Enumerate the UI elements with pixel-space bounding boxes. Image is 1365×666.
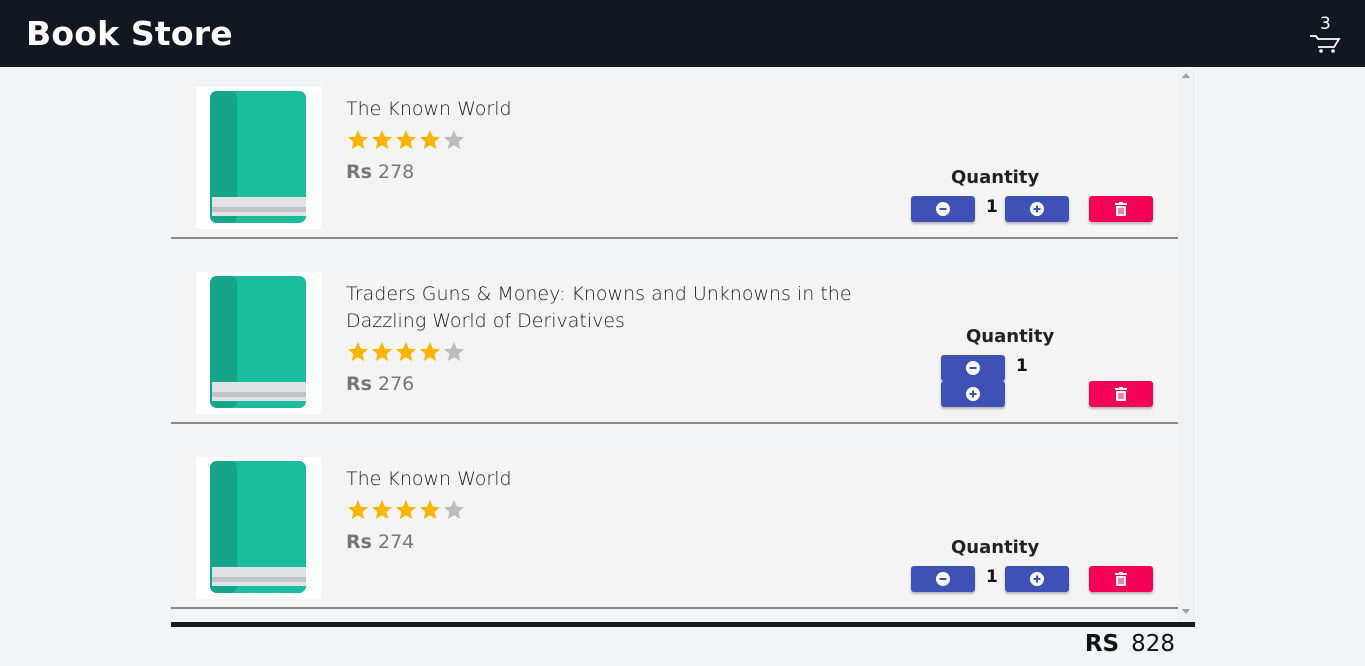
- star-filled-icon: [396, 130, 416, 149]
- price-value: 274: [378, 531, 415, 553]
- star-filled-icon: [348, 500, 368, 519]
- quantity-label: Quantity: [951, 167, 1040, 188]
- cart-button[interactable]: 3: [1308, 14, 1344, 54]
- minus-circle-icon: [936, 572, 950, 586]
- cart-count-badge: 3: [1320, 14, 1331, 34]
- plus-circle-icon: [1030, 572, 1044, 586]
- cart-total: RS 828: [1085, 631, 1175, 657]
- total-divider: [171, 622, 1195, 627]
- minus-circle-icon: [966, 361, 980, 375]
- trash-icon: [1115, 572, 1127, 586]
- increase-quantity-button[interactable]: [941, 381, 1005, 407]
- cart-item: The Known World Rs 278 Quantity 1: [171, 85, 1178, 239]
- star-empty-icon: [444, 342, 464, 361]
- star-filled-icon: [372, 500, 392, 519]
- star-filled-icon: [420, 342, 440, 361]
- star-rating: [346, 128, 466, 152]
- price-value: 276: [378, 373, 415, 395]
- star-rating: [346, 340, 466, 364]
- star-filled-icon: [348, 130, 368, 149]
- book-title[interactable]: The Known World: [346, 466, 906, 493]
- cart-item: Traders Guns & Money: Knowns and Unknown…: [171, 270, 1178, 424]
- decrease-quantity-button[interactable]: [911, 196, 975, 222]
- price-currency: Rs: [346, 373, 372, 395]
- cart-item-list: The Known World Rs 278 Quantity 1 Trader…: [171, 70, 1195, 620]
- decrease-quantity-button[interactable]: [941, 355, 1005, 381]
- app-header: Book Store 3: [0, 0, 1365, 67]
- star-empty-icon: [444, 500, 464, 519]
- plus-circle-icon: [1030, 202, 1044, 216]
- book-price: Rs 274: [346, 531, 414, 553]
- book-cover-image: [196, 272, 321, 414]
- quantity-value: 1: [986, 197, 998, 217]
- cart-icon: [1310, 35, 1341, 53]
- book-icon: [210, 91, 306, 223]
- delete-item-button[interactable]: [1089, 566, 1153, 592]
- book-cover-image: [196, 457, 321, 599]
- price-currency: Rs: [346, 161, 372, 183]
- book-title[interactable]: Traders Guns & Money: Knowns and Unknown…: [346, 281, 906, 335]
- star-rating: [346, 498, 466, 522]
- minus-circle-icon: [936, 202, 950, 216]
- trash-icon: [1115, 202, 1127, 216]
- book-icon: [210, 461, 306, 593]
- price-value: 278: [378, 161, 415, 183]
- star-empty-icon: [444, 130, 464, 149]
- book-title[interactable]: The Known World: [346, 96, 906, 123]
- increase-quantity-button[interactable]: [1005, 566, 1069, 592]
- increase-quantity-button[interactable]: [1005, 196, 1069, 222]
- plus-circle-icon: [966, 387, 980, 401]
- star-filled-icon: [420, 130, 440, 149]
- star-filled-icon: [396, 500, 416, 519]
- trash-icon: [1115, 387, 1127, 401]
- price-currency: Rs: [346, 531, 372, 553]
- book-icon: [210, 276, 306, 408]
- delete-item-button[interactable]: [1089, 381, 1153, 407]
- app-title[interactable]: Book Store: [26, 14, 233, 53]
- star-filled-icon: [396, 342, 416, 361]
- cart-item: The Known World Rs 274 Quantity 1: [171, 455, 1178, 609]
- star-filled-icon: [420, 500, 440, 519]
- total-amount: 828: [1131, 631, 1175, 657]
- quantity-label: Quantity: [951, 537, 1040, 558]
- quantity-value: 1: [1016, 356, 1028, 376]
- total-currency: RS: [1084, 631, 1120, 657]
- delete-item-button[interactable]: [1089, 196, 1153, 222]
- book-price: Rs 276: [346, 373, 414, 395]
- quantity-value: 1: [986, 567, 998, 587]
- quantity-label: Quantity: [966, 326, 1055, 347]
- book-cover-image: [196, 87, 321, 229]
- star-filled-icon: [348, 342, 368, 361]
- decrease-quantity-button[interactable]: [911, 566, 975, 592]
- book-price: Rs 278: [346, 161, 414, 183]
- star-filled-icon: [372, 342, 392, 361]
- star-filled-icon: [372, 130, 392, 149]
